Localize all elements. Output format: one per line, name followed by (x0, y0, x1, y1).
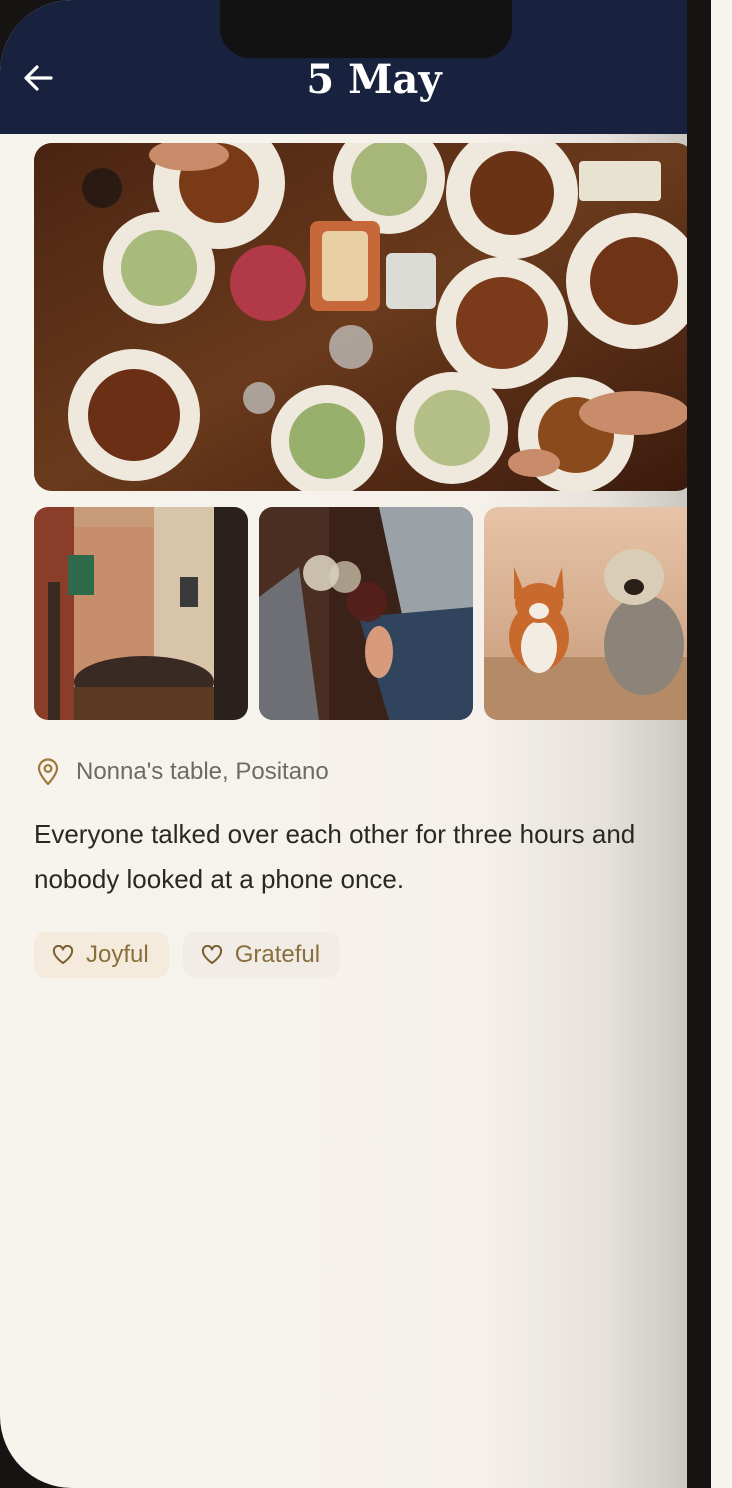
photo-thumbnail[interactable] (259, 507, 473, 720)
photo-thumbnail[interactable] (34, 507, 248, 720)
photo-thumbnail[interactable] (484, 507, 687, 720)
tag-joyful[interactable]: Joyful (34, 932, 169, 978)
heart-icon (201, 945, 222, 964)
back-button[interactable] (20, 60, 56, 96)
tag-label: Grateful (234, 941, 321, 968)
location-row: Nonna's table, Positano (36, 756, 329, 788)
top-bar: 5 May (0, 0, 687, 134)
page-title: 5 May (306, 56, 442, 103)
location-text: Nonna's table, Positano (76, 758, 329, 785)
tag-label: Joyful (86, 941, 149, 968)
hero-photo[interactable] (34, 143, 687, 491)
tag-grateful[interactable]: Grateful (182, 932, 341, 978)
heart-icon (52, 945, 74, 964)
app-screen: 5 May Nonna's table, Positano Everyone t… (0, 0, 687, 1488)
map-pin-icon (37, 758, 59, 786)
entry-note: Everyone talked over each other for thre… (34, 819, 636, 894)
device-bezel-edge (687, 0, 711, 1488)
device-notch (220, 0, 512, 58)
arrow-left-icon (24, 65, 53, 91)
mood-tags: Joyful Grateful (34, 932, 354, 978)
